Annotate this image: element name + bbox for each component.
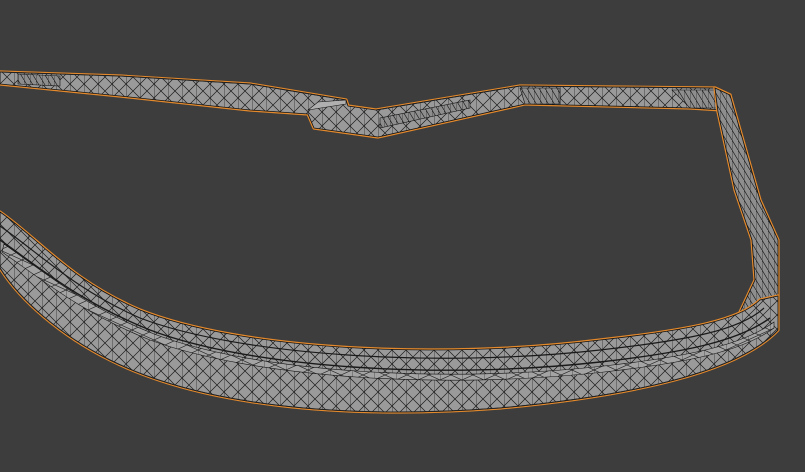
track-wall-lower-curve[interactable] (0, 210, 780, 414)
upper-wall-face (0, 71, 731, 138)
right-wall-face (714, 87, 779, 321)
lower-curve-face (0, 211, 779, 413)
mesh-canvas[interactable] (0, 0, 805, 472)
upper-wall-dense-block (519, 87, 561, 105)
track-wall-upper-segment[interactable] (0, 70, 732, 139)
track-wall-right-segment[interactable] (713, 86, 780, 322)
upper-wall-dense-block-3 (17, 73, 61, 87)
3d-viewport[interactable] (0, 0, 805, 472)
